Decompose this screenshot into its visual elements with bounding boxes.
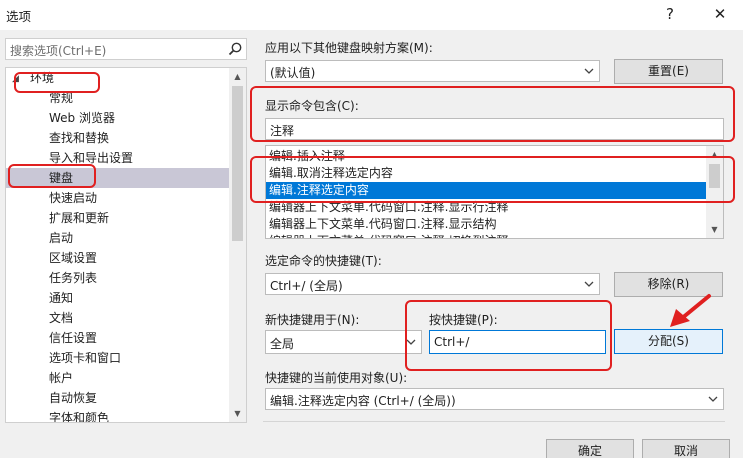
tree-item-label: 帐户: [49, 371, 74, 385]
chevron-down-icon: [584, 281, 594, 287]
scroll-down-icon[interactable]: ▼: [706, 221, 723, 238]
tree-item-label: 任务列表: [49, 271, 98, 285]
window-title: 选项: [6, 9, 32, 24]
arrow-annotation-icon: [670, 294, 711, 327]
tree-item-label: 通知: [49, 291, 74, 305]
tree-item[interactable]: 文档: [6, 308, 229, 328]
tree-item[interactable]: 自动恢复: [6, 388, 229, 408]
reset-button[interactable]: 重置(E): [614, 59, 723, 84]
tree-item[interactable]: 帐户: [6, 368, 229, 388]
cancel-button[interactable]: 取消: [642, 439, 730, 458]
mapping-label: 应用以下其他键盘映射方案(M):: [265, 41, 433, 55]
chevron-down-icon: [708, 396, 718, 402]
tree-item-label: 扩展和更新: [49, 211, 110, 225]
currently-used-value: 编辑.注释选定内容 (Ctrl+/ (全局)): [270, 394, 456, 408]
tree-item[interactable]: 快速启动: [6, 188, 229, 208]
new-shortcut-label: 新快捷键用于(N):: [265, 313, 360, 327]
tree-item-label: 文档: [49, 311, 74, 325]
assign-button[interactable]: 分配(S): [614, 329, 723, 354]
annotation-box-keyboard: [8, 164, 96, 188]
selected-shortcut-label: 选定命令的快捷键(T):: [265, 254, 382, 268]
selected-shortcut-combo[interactable]: Ctrl+/ (全局): [265, 273, 600, 295]
search-placeholder: 搜索选项(Ctrl+E): [10, 44, 107, 58]
close-icon[interactable]: ✕: [705, 2, 735, 26]
mapping-combo[interactable]: (默认值): [265, 60, 600, 82]
tree-item-label: 快速启动: [49, 191, 98, 205]
tree-item-label: 信任设置: [49, 331, 98, 345]
tree-item[interactable]: 信任设置: [6, 328, 229, 348]
tree-item-label: 启动: [49, 231, 74, 245]
annotation-box-environment: [14, 72, 100, 93]
command-list-item[interactable]: 编辑器上下文菜单.代码窗口.注释.显示结构: [266, 216, 706, 233]
command-list-item[interactable]: 编辑器上下文菜单.代码窗口.注释.切换到注释: [266, 233, 706, 238]
tree-item-label: 区域设置: [49, 251, 98, 265]
annotation-box-filter: [250, 86, 735, 142]
tree-item-label: 自动恢复: [49, 391, 98, 405]
tree-item[interactable]: 区域设置: [6, 248, 229, 268]
tree-item[interactable]: 选项卡和窗口: [6, 348, 229, 368]
help-icon[interactable]: ?: [655, 2, 685, 26]
ok-button[interactable]: 确定: [546, 439, 634, 458]
tree-item[interactable]: 启动: [6, 228, 229, 248]
tree-item[interactable]: 字体和颜色: [6, 408, 229, 423]
tree-item[interactable]: 任务列表: [6, 268, 229, 288]
tree-item-label: Web 浏览器: [49, 111, 115, 125]
search-icon: [228, 42, 242, 56]
footer-divider: [263, 421, 725, 422]
tree-item[interactable]: 查找和替换: [6, 128, 229, 148]
annotation-box-shortcut: [405, 300, 612, 371]
mapping-value: (默认值): [270, 66, 316, 80]
tree-scrollbar[interactable]: ▲ ▼: [229, 68, 246, 422]
scroll-thumb[interactable]: [232, 86, 243, 241]
chevron-down-icon: [584, 68, 594, 74]
tree-item[interactable]: Web 浏览器: [6, 108, 229, 128]
currently-used-combo[interactable]: 编辑.注释选定内容 (Ctrl+/ (全局)): [265, 388, 724, 410]
tree-item-label: 选项卡和窗口: [49, 351, 122, 365]
new-shortcut-scope-value: 全局: [270, 337, 295, 351]
new-shortcut-scope-combo[interactable]: 全局: [265, 330, 422, 354]
scroll-down-icon[interactable]: ▼: [229, 405, 246, 422]
currently-used-label: 快捷键的当前使用对象(U):: [265, 371, 408, 385]
tree-item[interactable]: 通知: [6, 288, 229, 308]
options-tree[interactable]: ◢ 环境 常规 Web 浏览器 查找和替换 导入和导出设置 键盘 快速启动 扩展和更新 启动 区域设…: [5, 67, 247, 423]
annotation-box-command: [250, 156, 735, 203]
tree-item-label: 查找和替换: [49, 131, 110, 145]
scroll-up-icon[interactable]: ▲: [229, 68, 246, 85]
tree-item[interactable]: 扩展和更新: [6, 208, 229, 228]
title-bar: 选项 ? ✕: [0, 0, 743, 30]
search-input[interactable]: 搜索选项(Ctrl+E): [5, 38, 247, 60]
selected-shortcut-value: Ctrl+/ (全局): [270, 279, 343, 293]
tree-item-label: 字体和颜色: [49, 411, 110, 423]
